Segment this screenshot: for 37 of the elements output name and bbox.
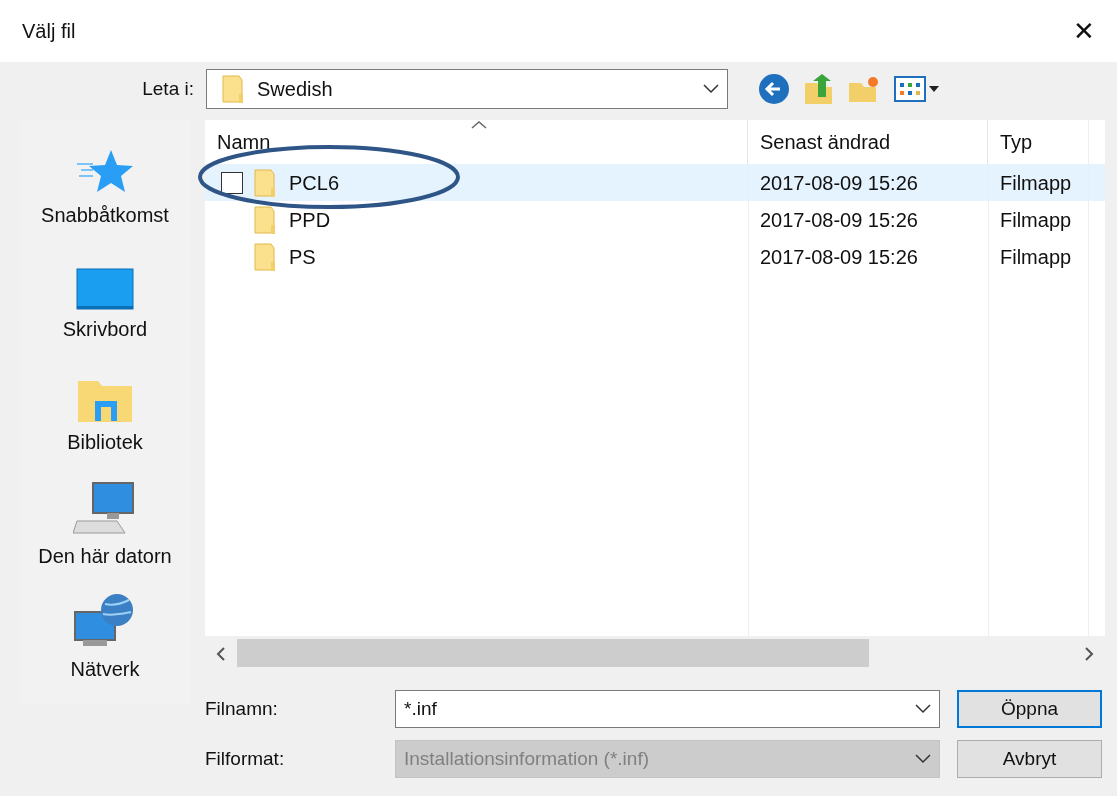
chevron-down-icon	[915, 704, 931, 714]
sidebar-item[interactable]: Bibliotek	[67, 363, 143, 477]
row-checkbox[interactable]	[221, 171, 243, 194]
modified-cell-text: 2017-08-09 15:26	[759, 244, 919, 270]
column-header[interactable]: Typ	[988, 120, 1088, 164]
view-menu-icon[interactable]	[894, 75, 940, 103]
dialog-button[interactable]: Öppna	[957, 690, 1102, 728]
sort-caret-icon	[471, 120, 487, 130]
file-name: PS	[289, 244, 316, 270]
scrollbar-thumb[interactable]	[237, 639, 869, 667]
file-row[interactable]: PPD 2017-08-09 15:26 Filmapp	[205, 201, 1105, 238]
file-row[interactable]: PCL6 2017-08-09 15:26 Filmapp	[205, 164, 1105, 201]
window-title: Välj fil	[22, 19, 76, 44]
filename-label: Filnamn:	[205, 696, 279, 721]
sidebar-item[interactable]: Den här datorn	[38, 476, 172, 591]
sidebar-item[interactable]: Snabbåtkomst	[41, 136, 169, 250]
file-name: PCL6	[289, 170, 340, 196]
type-cell-text: Filmapp	[999, 170, 1073, 196]
file-name: PPD	[289, 207, 331, 233]
computer-icon	[73, 480, 137, 537]
filetype-label: Filformat:	[205, 746, 286, 771]
sidebar-item[interactable]: Nätverk	[70, 590, 140, 704]
chevron-down-icon	[703, 84, 719, 94]
type-cell-text: Filmapp	[999, 244, 1073, 270]
chevron-down-icon	[915, 754, 931, 764]
location-dropdown[interactable]: Swedish	[206, 69, 728, 109]
file-row[interactable]: PS 2017-08-09 15:26 Filmapp	[205, 238, 1105, 275]
location-label: Leta i:	[141, 76, 194, 101]
sidebar-item[interactable]: Skrivbord	[62, 249, 148, 364]
filename-field[interactable]: *.inf	[395, 690, 940, 728]
modified-cell-text: 2017-08-09 15:26	[759, 207, 919, 233]
folder-up-icon[interactable]	[804, 73, 834, 105]
dialog-button[interactable]: Avbryt	[957, 740, 1102, 778]
close-button[interactable]: ✕	[1069, 18, 1099, 44]
type-cell-text: Filmapp	[999, 207, 1073, 233]
modified-cell-text: 2017-08-09 15:26	[759, 170, 919, 196]
desktop-icon	[76, 267, 134, 310]
